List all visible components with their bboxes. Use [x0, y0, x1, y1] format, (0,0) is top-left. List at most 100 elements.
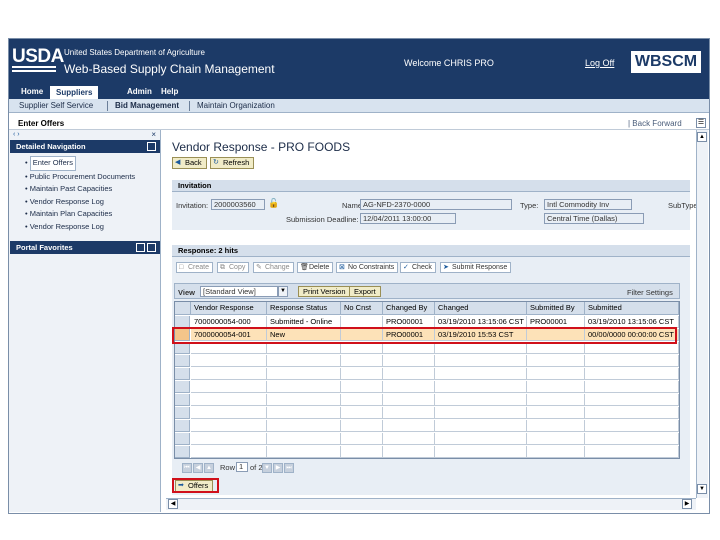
table-cell: [585, 420, 679, 432]
vertical-scrollbar[interactable]: ▲ ▼: [696, 130, 708, 498]
tab-home[interactable]: Home: [15, 85, 49, 99]
usda-logo-stripe: [12, 70, 56, 72]
column-header-changed-by[interactable]: Changed By: [383, 302, 435, 315]
row-selector[interactable]: [175, 355, 190, 367]
nav-item-vendor-response-log[interactable]: • Vendor Response Log: [25, 196, 135, 209]
table-cell: [435, 446, 527, 458]
table-cell: [383, 446, 435, 458]
prev-page-icon[interactable]: ◀: [193, 463, 203, 473]
submit-icon: ➤: [443, 264, 449, 271]
check-button[interactable]: ✓ Check: [400, 262, 436, 273]
filter-settings-link[interactable]: Filter Settings: [627, 288, 673, 297]
department-name: United States Department of Agriculture: [64, 48, 205, 57]
row-selector[interactable]: [175, 407, 190, 419]
invitation-label: Invitation:: [176, 201, 209, 210]
trash-icon: 🗑: [300, 264, 309, 271]
collapse-arrows-icon[interactable]: ‹ ›: [13, 131, 20, 138]
logoff-link[interactable]: Log Off: [585, 58, 614, 68]
row-selector[interactable]: [175, 446, 190, 458]
subnav-maintain-organization[interactable]: Maintain Organization: [193, 99, 279, 113]
row-selector[interactable]: [175, 420, 190, 432]
tab-suppliers[interactable]: Suppliers: [49, 85, 100, 99]
scroll-down-icon[interactable]: ▼: [697, 484, 707, 494]
change-button[interactable]: ✎ Change: [253, 262, 294, 273]
table-cell: [267, 355, 341, 367]
table-cell: [267, 394, 341, 406]
back-button[interactable]: ◀ Back: [172, 157, 207, 169]
last-page-icon[interactable]: ⏭: [284, 463, 294, 473]
collapse-icon[interactable]: [147, 142, 156, 151]
nav-item-maintain-past-capacities[interactable]: • Maintain Past Capacities: [25, 183, 135, 196]
close-icon[interactable]: ×: [151, 130, 156, 139]
table-cell: [267, 407, 341, 419]
next-page-icon[interactable]: ▶: [273, 463, 283, 473]
table-cell: [191, 446, 267, 458]
view-select[interactable]: [Standard View]: [200, 286, 278, 297]
table-cell: [267, 433, 341, 445]
nav-item-maintain-plan-capacities[interactable]: • Maintain Plan Capacities: [25, 208, 135, 221]
nav-item-vendor-response-log-2[interactable]: • Vendor Response Log: [25, 221, 135, 234]
submit-response-button[interactable]: ➤ Submit Response: [440, 262, 512, 273]
pager-of-text: of 2: [250, 463, 263, 472]
table-cell: [191, 420, 267, 432]
scroll-up-icon[interactable]: ▲: [697, 132, 707, 142]
table-cell: [435, 433, 527, 445]
menu-icon[interactable]: ☰: [696, 118, 706, 128]
column-header-vendor-response[interactable]: Vendor Response: [191, 302, 267, 315]
tab-admin[interactable]: Admin: [121, 85, 158, 99]
chevron-down-icon[interactable]: ▼: [278, 286, 288, 297]
table-cell: [341, 420, 383, 432]
collapse-icon[interactable]: [136, 243, 145, 252]
table-cell: [191, 368, 267, 380]
column-header-submitted[interactable]: Submitted: [585, 302, 679, 315]
refresh-button[interactable]: ↻ Refresh: [210, 157, 255, 169]
welcome-text: Welcome CHRIS PRO: [404, 58, 494, 68]
tab-help[interactable]: Help: [155, 85, 184, 99]
subnav-supplier-self-service[interactable]: Supplier Self Service: [15, 99, 97, 113]
export-button[interactable]: Export: [349, 286, 381, 297]
detailed-navigation-header: Detailed Navigation: [10, 140, 160, 153]
table-cell: [435, 368, 527, 380]
delete-button[interactable]: 🗑 Delete: [297, 262, 334, 273]
select-all-header[interactable]: [175, 302, 191, 315]
table-cell: [383, 355, 435, 367]
no-constraints-button[interactable]: ⊠ No Constraints: [336, 262, 399, 273]
table-cell: [383, 368, 435, 380]
table-cell: [435, 394, 527, 406]
lock-icon: 🔓: [268, 198, 280, 208]
column-header-no-cnst[interactable]: No Cnst: [341, 302, 383, 315]
copy-button[interactable]: ⧉ Copy: [217, 262, 250, 273]
scroll-left-icon[interactable]: ◀: [168, 499, 178, 509]
table-cell: [191, 355, 267, 367]
first-page-icon[interactable]: ⏮: [182, 463, 192, 473]
column-header-changed[interactable]: Changed: [435, 302, 527, 315]
breadcrumb: Enter Offers: [18, 119, 65, 128]
table-cell: [341, 355, 383, 367]
table-cell: [383, 394, 435, 406]
row-selector[interactable]: [175, 394, 190, 406]
invitation-section-body: [172, 192, 690, 230]
next-row-icon[interactable]: ▼: [262, 463, 272, 473]
scroll-right-icon[interactable]: ▶: [682, 499, 692, 509]
column-header-submitted-by[interactable]: Submitted By: [527, 302, 585, 315]
row-selector[interactable]: [175, 433, 190, 445]
table-cell: [585, 407, 679, 419]
table-cell: [341, 368, 383, 380]
nav-item-enter-offers[interactable]: • Enter Offers: [25, 156, 135, 171]
print-version-button[interactable]: Print Version: [298, 286, 351, 297]
subnav-bid-management[interactable]: Bid Management: [111, 99, 183, 113]
table-cell: [435, 381, 527, 393]
row-selector[interactable]: [175, 381, 190, 393]
horizontal-scrollbar[interactable]: ◀ ▶: [166, 498, 696, 510]
prev-row-icon[interactable]: ▲: [204, 463, 214, 473]
column-header-response-status[interactable]: Response Status: [267, 302, 341, 315]
history-navigation[interactable]: | Back Forward: [628, 119, 682, 128]
table-cell: [435, 420, 527, 432]
pager-row-input[interactable]: 1: [236, 462, 248, 472]
maximize-icon[interactable]: [147, 243, 156, 252]
row-selector[interactable]: [175, 368, 190, 380]
create-button[interactable]: □ Create: [176, 262, 214, 273]
table-cell: [383, 433, 435, 445]
nav-item-public-procurement[interactable]: • Public Procurement Documents: [25, 171, 135, 184]
detailed-navigation-list: • Enter Offers • Public Procurement Docu…: [25, 156, 135, 233]
